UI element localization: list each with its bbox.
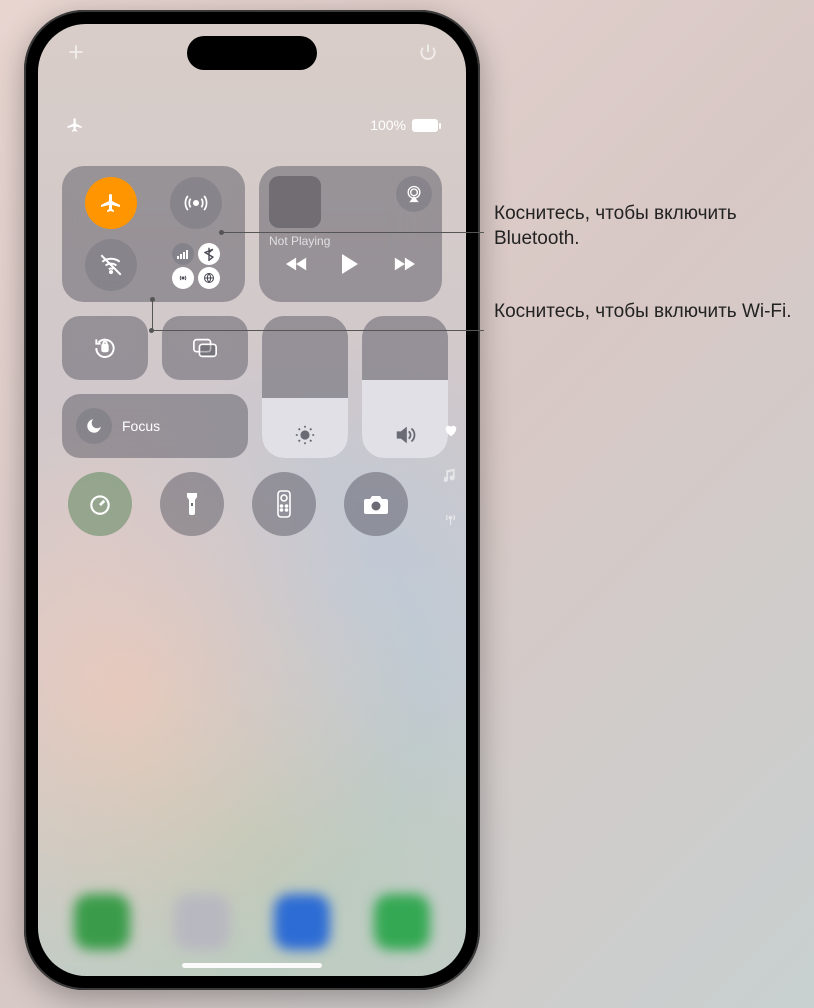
screen-mirroring-button[interactable] bbox=[162, 316, 248, 380]
media-controls[interactable]: Not Playing bbox=[259, 166, 442, 302]
wifi-slash-icon bbox=[98, 252, 124, 278]
airplane-mode-indicator bbox=[66, 116, 84, 134]
airdrop-icon bbox=[183, 190, 209, 216]
airdrop-toggle[interactable] bbox=[170, 177, 222, 229]
orientation-lock-toggle[interactable] bbox=[62, 316, 148, 380]
screen-mirroring-icon bbox=[192, 337, 218, 359]
previous-track-button[interactable] bbox=[286, 256, 308, 272]
next-track-button[interactable] bbox=[393, 256, 415, 272]
callout-wifi: Коснитесь, чтобы включить Wi-Fi. bbox=[494, 300, 792, 325]
focus-button[interactable]: Focus bbox=[62, 394, 248, 458]
callout-line-wifi bbox=[152, 330, 484, 331]
backward-icon bbox=[286, 256, 308, 272]
remote-icon bbox=[277, 490, 291, 518]
dynamic-island bbox=[187, 36, 317, 70]
connectivity-group[interactable] bbox=[62, 166, 245, 302]
heart-icon[interactable] bbox=[444, 424, 458, 437]
home-indicator bbox=[182, 963, 322, 968]
album-art bbox=[269, 176, 321, 228]
power-button[interactable] bbox=[418, 42, 438, 62]
antenna-icon[interactable] bbox=[443, 512, 458, 527]
callout-line-bluetooth bbox=[222, 232, 484, 233]
camera-icon bbox=[362, 493, 390, 515]
moon-icon bbox=[76, 408, 112, 444]
orientation-lock-icon bbox=[92, 335, 118, 361]
airplane-icon bbox=[99, 191, 123, 215]
dock-blur bbox=[38, 894, 466, 950]
airplay-button[interactable] bbox=[396, 176, 432, 212]
music-note-icon[interactable] bbox=[444, 467, 457, 482]
brightness-slider[interactable] bbox=[262, 316, 348, 458]
wifi-toggle[interactable] bbox=[85, 239, 137, 291]
vpn-icon bbox=[198, 267, 220, 289]
power-icon bbox=[418, 42, 438, 62]
airplane-mode-toggle[interactable] bbox=[85, 177, 137, 229]
add-control-button[interactable] bbox=[66, 42, 86, 62]
plus-icon bbox=[66, 42, 86, 62]
flashlight-button[interactable] bbox=[160, 472, 224, 536]
page-indicators bbox=[443, 424, 458, 527]
more-connectivity[interactable] bbox=[170, 239, 222, 291]
status-bar: 100% bbox=[38, 116, 466, 134]
camera-button[interactable] bbox=[344, 472, 408, 536]
sun-icon bbox=[294, 424, 316, 446]
airplay-icon bbox=[404, 184, 424, 204]
flashlight-icon bbox=[184, 491, 200, 517]
speaker-icon bbox=[393, 424, 417, 446]
bluetooth-icon bbox=[198, 243, 220, 265]
play-button[interactable] bbox=[341, 254, 359, 274]
forward-icon bbox=[393, 256, 415, 272]
battery-icon bbox=[412, 119, 438, 132]
timer-button[interactable] bbox=[68, 472, 132, 536]
iphone-frame: 100% bbox=[24, 10, 480, 990]
remote-button[interactable] bbox=[252, 472, 316, 536]
control-center: Not Playing bbox=[62, 166, 442, 550]
callout-bluetooth: Коснитесь, чтобы включить Bluetooth. bbox=[494, 202, 814, 251]
play-icon bbox=[341, 254, 359, 274]
callout-line-wifi-v bbox=[152, 300, 153, 330]
battery-percent: 100% bbox=[370, 117, 406, 133]
hotspot-icon bbox=[172, 267, 194, 289]
volume-slider[interactable] bbox=[362, 316, 448, 458]
focus-label: Focus bbox=[122, 418, 160, 434]
now-playing-label: Not Playing bbox=[269, 234, 432, 248]
cellular-icon bbox=[172, 243, 194, 265]
airplane-icon bbox=[66, 116, 84, 134]
screen: 100% bbox=[38, 24, 466, 976]
timer-icon bbox=[87, 491, 113, 517]
